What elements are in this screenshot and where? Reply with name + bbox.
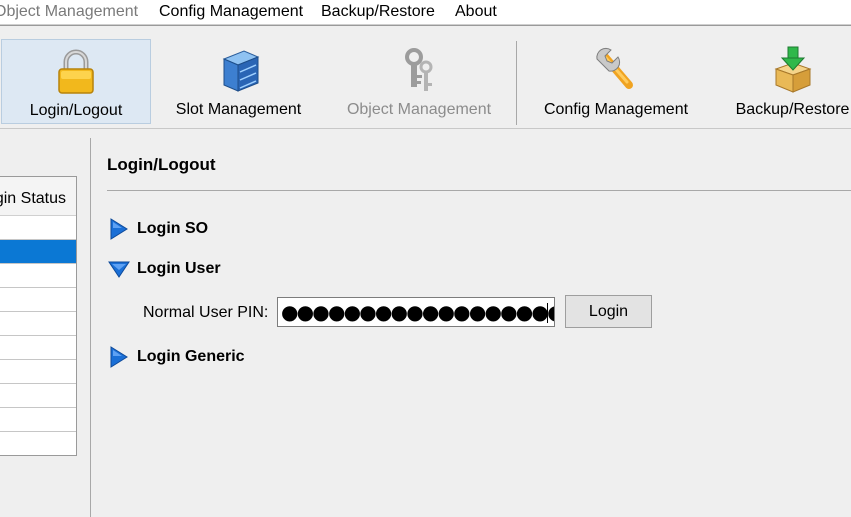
- box-download-icon: [773, 46, 812, 93]
- text-caret: [547, 303, 548, 323]
- wrench-icon: [596, 47, 633, 89]
- table-row-selected[interactable]: [0, 240, 76, 264]
- toolbar-config-management-label: Config Management: [543, 101, 689, 118]
- table-row[interactable]: [0, 288, 76, 312]
- toolbar-login-logout-button[interactable]: Login/Logout: [1, 39, 151, 124]
- table-row[interactable]: [0, 264, 76, 288]
- table-row[interactable]: [0, 384, 76, 408]
- table-row[interactable]: [0, 360, 76, 384]
- collapse-triangle-down-icon: [108, 261, 130, 278]
- table-row[interactable]: [0, 216, 76, 240]
- expand-triangle-right-icon: [110, 218, 128, 240]
- table-header-login-status[interactable]: Login Status: [0, 177, 76, 216]
- toolbar-object-management-button[interactable]: Object Management: [339, 39, 499, 124]
- toolbar-config-management-button[interactable]: Config Management: [536, 39, 696, 124]
- toolbar-backup-restore-label: Backup/Restore: [735, 101, 850, 118]
- section-login-generic-label: Login Generic: [137, 348, 245, 365]
- section-login-so-label: Login SO: [137, 220, 209, 237]
- menu-bar: Object Management Config Management Back…: [0, 0, 851, 25]
- split-pane-divider[interactable]: [90, 138, 91, 517]
- section-login-user-label: Login User: [137, 260, 221, 277]
- toolbar-separator: [516, 41, 517, 125]
- toolbar-login-logout-label: Login/Logout: [29, 102, 123, 119]
- keys-icon: [405, 48, 433, 91]
- slot-table: Login Status: [0, 176, 77, 456]
- table-row[interactable]: [0, 408, 76, 432]
- toolbar-slot-management-label: Slot Management: [175, 101, 302, 118]
- toolbar: Login/Logout Slot Management Object Mana…: [0, 25, 851, 129]
- normal-user-pin-label: Normal User PIN:: [143, 304, 269, 321]
- normal-user-pin-input[interactable]: ●●●●●●●●●●●●●●●●●●●: [277, 297, 555, 327]
- lock-icon: [58, 49, 94, 94]
- menu-config-management[interactable]: Config Management: [159, 3, 303, 21]
- cabinet-icon: [222, 50, 259, 92]
- toolbar-backup-restore-button[interactable]: Backup/Restore: [720, 39, 851, 124]
- table-row[interactable]: [0, 312, 76, 336]
- menu-backup-restore[interactable]: Backup/Restore: [321, 3, 435, 21]
- toolbar-object-management-label: Object Management: [346, 101, 492, 118]
- toolbar-slot-management-button[interactable]: Slot Management: [163, 39, 314, 124]
- table-row[interactable]: [0, 336, 76, 360]
- title-divider: [107, 190, 851, 191]
- expand-triangle-right-icon: [110, 346, 128, 368]
- menu-object-management[interactable]: Object Management: [0, 3, 138, 21]
- page-title: Login/Logout: [107, 155, 216, 174]
- login-button[interactable]: Login: [565, 295, 652, 328]
- menu-about[interactable]: About: [455, 3, 497, 21]
